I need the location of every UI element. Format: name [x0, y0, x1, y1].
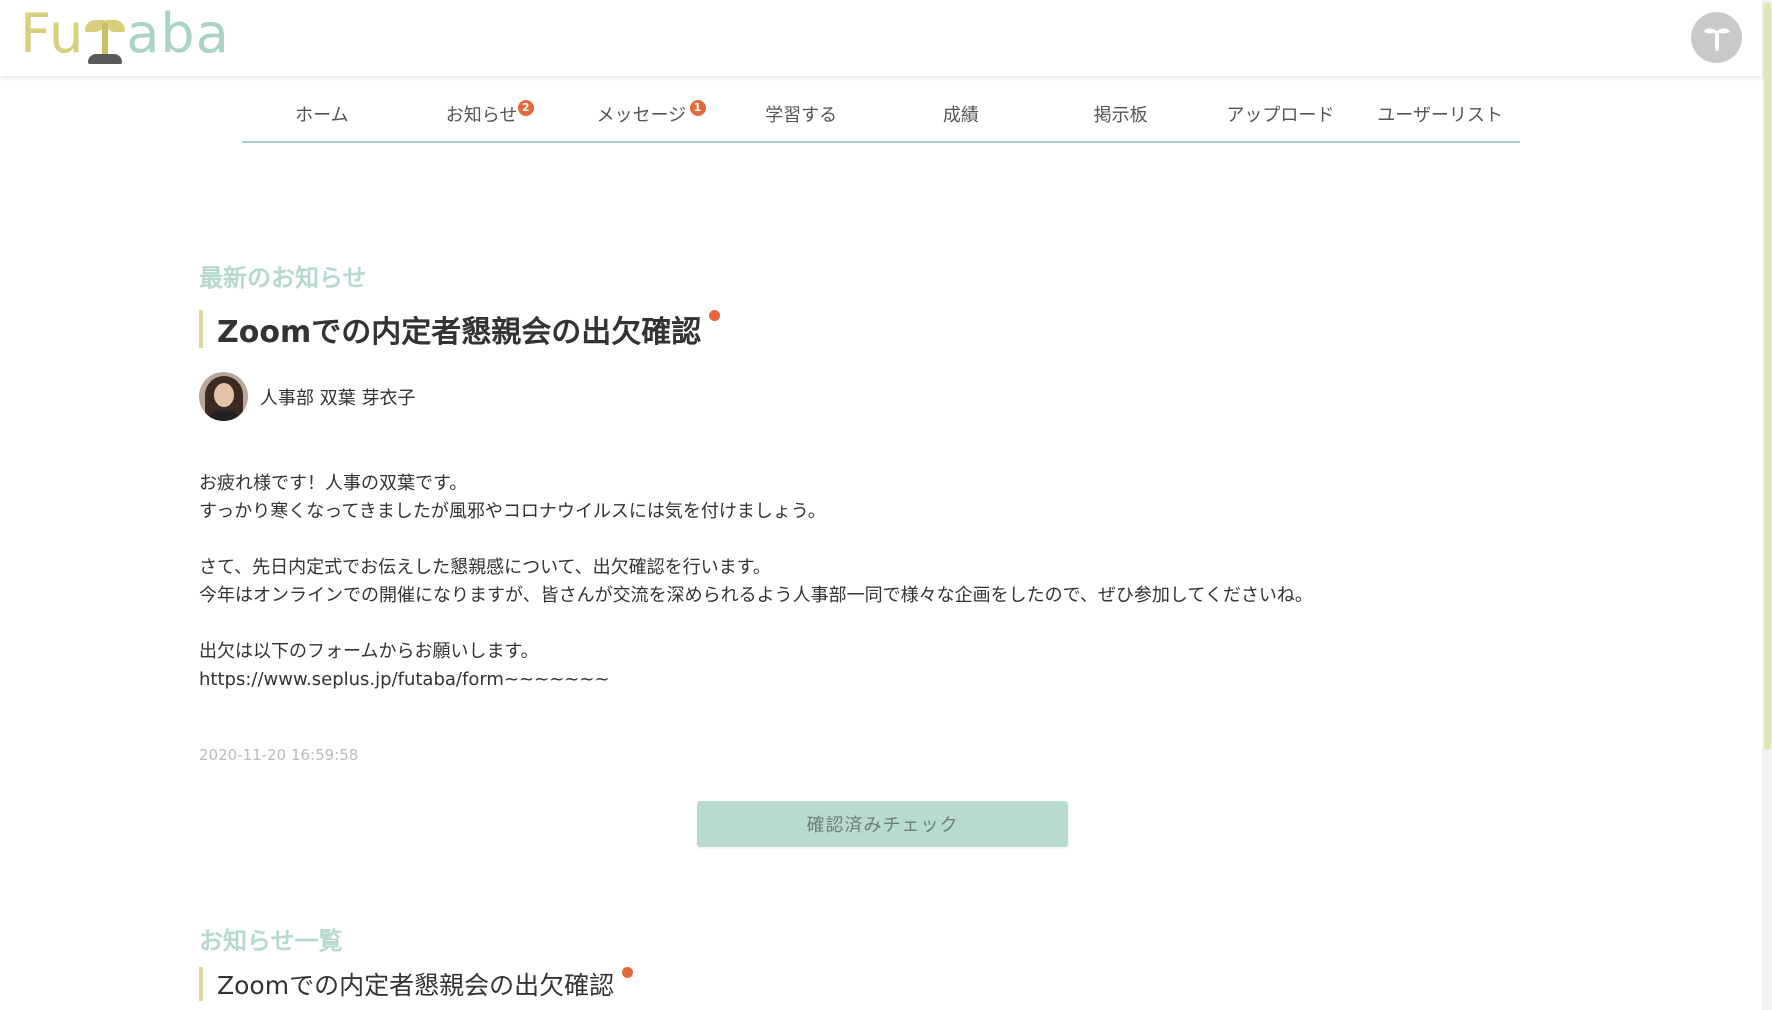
news-list-heading: お知らせ一覧 [199, 927, 343, 955]
news-body-line [199, 526, 1313, 554]
nav-item-home[interactable]: ホーム [242, 86, 402, 141]
nav-item-news[interactable]: お知らせ 2 [402, 86, 562, 141]
logo-text-start: Fu [20, 2, 85, 65]
news-body-line: 出欠は以下のフォームからお願いします。 [199, 641, 539, 662]
author-info: 人事部 双葉 芽衣子 [199, 372, 415, 421]
nav-label: 学習する [765, 104, 838, 126]
nav-label: ユーザーリスト [1377, 104, 1503, 126]
unread-dot-icon [709, 310, 721, 321]
nav-label: 掲示板 [1093, 104, 1148, 126]
news-body: お疲れ様です！人事の双葉です。 すっかり寒くなってきましたが風邪やコロナウイルス… [199, 470, 1313, 694]
nav-item-bulletin-board[interactable]: 掲示板 [1041, 86, 1201, 141]
scrollbar-thumb[interactable] [1764, 2, 1771, 750]
nav-item-grades[interactable]: 成績 [881, 86, 1041, 141]
author-name: 人事部 双葉 芽衣子 [260, 387, 416, 409]
author-avatar [199, 372, 248, 421]
list-item[interactable]: Zoomでの内定者懇親会の出欠確認 [199, 967, 634, 1001]
futaba-logo[interactable]: Fu aba [20, 2, 230, 64]
nav-item-user-list[interactable]: ユーザーリスト [1360, 86, 1520, 141]
nav-item-learn[interactable]: 学習する [721, 86, 881, 141]
nav-label: アップロード [1226, 104, 1335, 126]
sprout-user-icon [1703, 27, 1730, 51]
latest-news-title: Zoomでの内定者懇親会の出欠確認 [199, 310, 721, 350]
nav-label: ホーム [295, 104, 349, 126]
latest-news-title-text: Zoomでの内定者懇親会の出欠確認 [217, 315, 702, 350]
message-count-badge: 1 [689, 100, 706, 116]
app-header: Fu aba [0, 0, 1762, 76]
nav-label: メッセージ [596, 104, 687, 126]
confirm-read-button[interactable]: 確認済みチェック [697, 801, 1068, 847]
nav-label: 成績 [942, 104, 979, 126]
nav-label: お知らせ [445, 104, 518, 126]
list-item-title: Zoomでの内定者懇親会の出欠確認 [217, 971, 615, 1000]
news-body-line: 今年はオンラインでの開催になりますが、皆さんが交流を深められるよう人事部一同で様… [199, 585, 1313, 606]
news-body-line: すっかり寒くなってきましたが風邪やコロナウイルスには気を付けましょう。 [199, 501, 826, 522]
sprout-logo-icon [84, 8, 126, 64]
news-body-line: さて、先日内定式でお伝えした懇親感について、出欠確認を行います。 [199, 557, 771, 578]
news-body-line [199, 610, 1313, 638]
unread-dot-icon [622, 967, 634, 978]
main-nav: ホーム お知らせ 2 メッセージ 1 学習する 成績 掲示板 アップロード ユー… [242, 86, 1520, 143]
nav-item-messages[interactable]: メッセージ 1 [562, 86, 722, 141]
form-link[interactable]: https://www.seplus.jp/futaba/form~~~~~~~ [199, 666, 1313, 694]
user-menu-button[interactable] [1691, 12, 1742, 63]
latest-news-heading: 最新のお知らせ [199, 264, 367, 292]
page-scrollbar[interactable] [1762, 0, 1772, 1010]
news-count-badge: 2 [517, 100, 534, 116]
post-timestamp: 2020-11-20 16:59:58 [199, 746, 359, 764]
news-body-line: お疲れ様です！人事の双葉です。 [199, 473, 468, 494]
logo-text-end: aba [126, 2, 230, 65]
nav-item-upload[interactable]: アップロード [1201, 86, 1361, 141]
